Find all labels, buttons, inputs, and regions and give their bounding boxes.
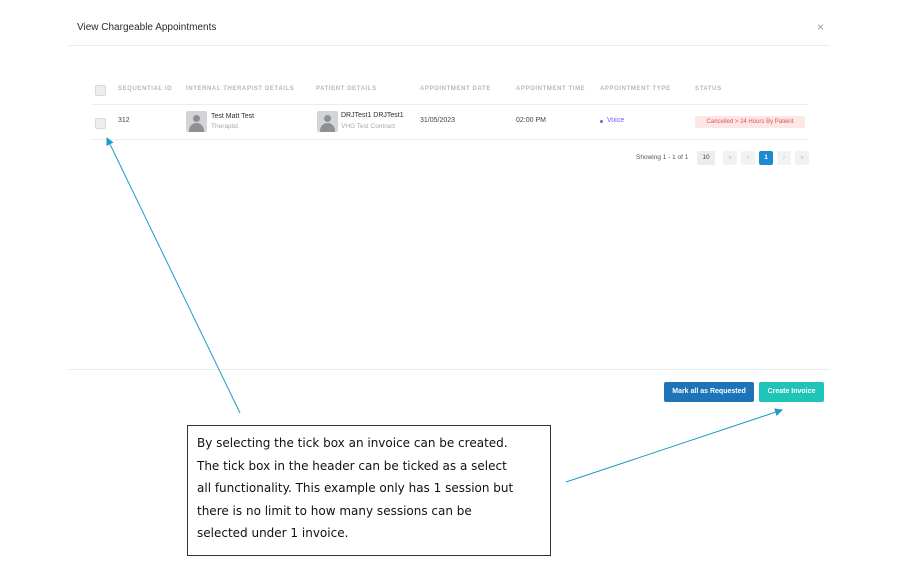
annotation-callout: By selecting the tick box an invoice can… xyxy=(187,425,551,556)
callout-line: The tick box in the header can be ticked… xyxy=(197,458,507,473)
callout-line: all functionality. This example only has… xyxy=(197,481,514,495)
callout-line: there is no limit to how many sessions c… xyxy=(197,503,472,518)
callout-line: selected under 1 invoice. xyxy=(197,526,349,540)
arrow-to-row-checkbox xyxy=(106,137,241,414)
callout-line: By selecting the tick box an invoice can… xyxy=(197,436,508,450)
arrow-to-create-invoice xyxy=(565,408,783,483)
